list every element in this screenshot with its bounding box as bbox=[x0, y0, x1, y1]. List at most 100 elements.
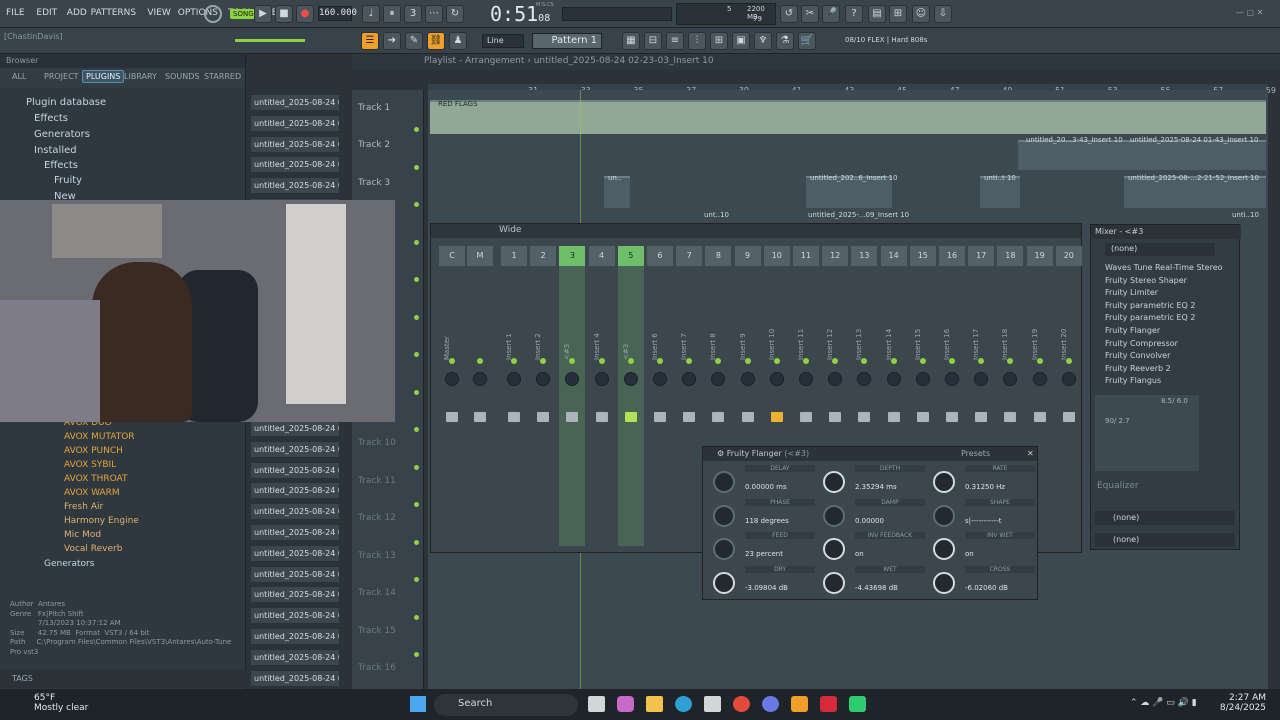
volume-fader[interactable] bbox=[446, 412, 458, 422]
help-icon[interactable]: ? bbox=[845, 5, 863, 23]
windows-start-icon[interactable] bbox=[410, 696, 426, 712]
arrow-tool-icon[interactable]: ➜ bbox=[383, 32, 401, 50]
file-item[interactable]: untitled_2025-08-24 02- bbox=[250, 461, 340, 479]
strip-number[interactable]: 6 bbox=[647, 246, 673, 266]
wait-input-icon[interactable]: ⏸ bbox=[383, 5, 401, 23]
pan-knob[interactable] bbox=[799, 372, 813, 386]
plugin-item[interactable]: Fresh Air bbox=[64, 502, 103, 512]
pan-knob[interactable] bbox=[565, 372, 580, 386]
flanger-knob[interactable] bbox=[823, 571, 845, 594]
strip-number[interactable]: 15 bbox=[909, 246, 936, 266]
menu-file[interactable]: FILE bbox=[6, 8, 25, 18]
effect-slot[interactable]: Fruity Flangus bbox=[1105, 376, 1240, 385]
strip-enable-led[interactable] bbox=[627, 358, 634, 364]
volume-fader[interactable] bbox=[975, 412, 988, 422]
strip-enable-led[interactable] bbox=[598, 358, 605, 364]
track-mute-led[interactable] bbox=[414, 314, 419, 320]
mixer-strip[interactable]: M bbox=[467, 246, 493, 546]
tab-library[interactable]: LIBRARY bbox=[124, 72, 157, 81]
pan-knob[interactable] bbox=[594, 372, 609, 386]
strip-enable-led[interactable] bbox=[1065, 358, 1072, 364]
pan-knob[interactable] bbox=[623, 372, 638, 386]
track-mute-led[interactable] bbox=[414, 614, 419, 620]
file-item[interactable]: untitled_2025-08-24 02- bbox=[250, 544, 340, 562]
countdown-icon[interactable]: 3 bbox=[404, 5, 422, 23]
track-mute-led[interactable] bbox=[414, 464, 419, 470]
pan-knob[interactable] bbox=[711, 372, 726, 386]
menu-add[interactable]: ADD bbox=[67, 8, 87, 18]
plugin-item[interactable]: Harmony Engine bbox=[64, 516, 139, 526]
strip-enable-led[interactable] bbox=[511, 358, 517, 364]
pan-knob[interactable] bbox=[769, 372, 784, 386]
strip-number[interactable]: 1 bbox=[501, 246, 527, 266]
tree-effects[interactable]: Effects bbox=[34, 113, 68, 124]
tags-bar[interactable]: TAGS bbox=[0, 670, 246, 688]
input-select[interactable]: (none) bbox=[1105, 243, 1215, 256]
file-item[interactable]: untitled_2025-08-24 02- bbox=[250, 669, 340, 687]
discord-icon[interactable] bbox=[762, 696, 779, 712]
file-item[interactable]: untitled_2025-08-24 02- bbox=[250, 524, 340, 541]
clip-red-flags[interactable] bbox=[430, 100, 1266, 134]
master-volume-slider[interactable] bbox=[235, 39, 305, 42]
effect-slot[interactable]: Fruity Reeverb 2 bbox=[1105, 364, 1240, 373]
pan-knob[interactable] bbox=[1061, 372, 1076, 386]
volume-fader[interactable] bbox=[654, 412, 666, 422]
pan-knob[interactable] bbox=[828, 372, 843, 386]
strip-enable-led[interactable] bbox=[569, 358, 576, 364]
system-tray[interactable]: ⌃ ☁ 🎤 ▭ 🔊 ▮ bbox=[1130, 698, 1197, 708]
track-label[interactable]: Track 13 bbox=[358, 551, 396, 561]
effect-slot[interactable]: Fruity parametric EQ 2 bbox=[1105, 313, 1240, 322]
flanger-knob[interactable] bbox=[713, 471, 735, 493]
window-controls[interactable]: — ▢ ✕ bbox=[1236, 8, 1263, 17]
effect-slot[interactable]: Fruity Stereo Shaper bbox=[1105, 276, 1240, 285]
file-item[interactable]: untitled_2025-08-24 02- bbox=[250, 503, 340, 521]
volume-fader[interactable] bbox=[474, 412, 486, 422]
tempo-display[interactable]: 160.000 bbox=[318, 6, 357, 21]
strip-number[interactable]: 18 bbox=[997, 246, 1024, 266]
pan-knob[interactable] bbox=[1032, 372, 1047, 386]
step-edit-icon[interactable]: ⋯ bbox=[425, 5, 443, 23]
tab-plugins[interactable]: PLUGINS bbox=[82, 70, 125, 83]
volume-fader[interactable] bbox=[1062, 412, 1075, 422]
volume-fader[interactable] bbox=[712, 412, 725, 422]
volume-fader[interactable] bbox=[624, 412, 637, 422]
volume-fader[interactable] bbox=[858, 412, 871, 422]
menu-edit[interactable]: EDIT bbox=[36, 8, 57, 18]
volume-fader[interactable] bbox=[537, 412, 550, 422]
pan-knob[interactable] bbox=[507, 372, 521, 386]
output-select-1[interactable]: (none) bbox=[1095, 511, 1235, 525]
menu-patterns[interactable]: PATTERNS bbox=[91, 8, 137, 18]
effect-slot[interactable]: Fruity Compressor bbox=[1105, 339, 1240, 348]
volume-fader[interactable] bbox=[916, 412, 929, 422]
tree-installed[interactable]: Installed bbox=[34, 145, 77, 156]
cart-icon[interactable]: 🛒 bbox=[798, 32, 816, 50]
pan-knob[interactable] bbox=[915, 372, 930, 386]
plugin-item[interactable]: AVOX SYBIL bbox=[64, 460, 116, 470]
plugin-item[interactable]: Mic Mod bbox=[64, 530, 101, 540]
task-view-icon[interactable] bbox=[588, 696, 605, 712]
tree-fruity[interactable]: Fruity bbox=[54, 175, 82, 186]
strip-number[interactable]: 16 bbox=[939, 246, 965, 266]
mic-icon[interactable]: 🎤 bbox=[822, 5, 840, 23]
volume-fader[interactable] bbox=[595, 412, 608, 422]
record-button[interactable]: ● bbox=[296, 5, 314, 23]
tree-installed-effects[interactable]: Effects bbox=[44, 160, 78, 171]
strip-enable-led[interactable] bbox=[744, 358, 751, 364]
strip-enable-led[interactable] bbox=[657, 358, 663, 364]
browser-icon[interactable]: ⊞ bbox=[710, 32, 728, 50]
strip-number[interactable]: 3 bbox=[559, 246, 586, 266]
strip-enable-led[interactable] bbox=[686, 358, 693, 364]
strip-number[interactable]: 11 bbox=[793, 246, 819, 266]
flanger-knob[interactable] bbox=[823, 538, 845, 560]
track-label[interactable]: Track 16 bbox=[358, 663, 396, 673]
track-mute-led[interactable] bbox=[414, 539, 419, 545]
strip-number[interactable]: 9 bbox=[734, 246, 761, 266]
tab-all[interactable]: ALL bbox=[12, 72, 26, 81]
flanger-knob[interactable] bbox=[933, 538, 955, 560]
effect-slot[interactable]: Fruity Flanger bbox=[1105, 326, 1240, 335]
mixer-strip[interactable]: 5 <#3 bbox=[617, 246, 644, 546]
volume-fader[interactable] bbox=[770, 412, 783, 422]
flanger-knob[interactable] bbox=[933, 471, 955, 493]
effect-slot[interactable]: Fruity parametric EQ 2 bbox=[1105, 301, 1240, 310]
strip-enable-led[interactable] bbox=[1036, 358, 1043, 364]
